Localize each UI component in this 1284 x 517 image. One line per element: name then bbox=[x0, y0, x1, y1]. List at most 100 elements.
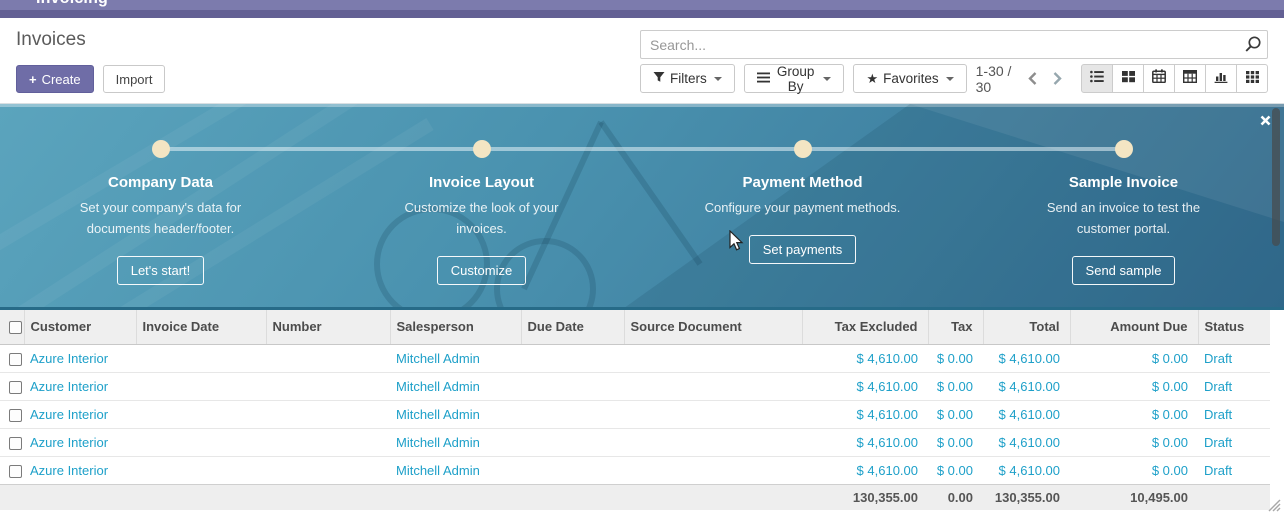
list-view-button[interactable] bbox=[1081, 64, 1113, 93]
star-icon: ★ bbox=[866, 71, 878, 87]
status-badge: Draft bbox=[1204, 463, 1232, 478]
onboarding-step-company-data: Company Data Set your company's data for… bbox=[0, 104, 321, 307]
search-icon[interactable] bbox=[1243, 35, 1262, 59]
tax-cell: $ 0.00 bbox=[937, 435, 973, 450]
select-all-header bbox=[0, 310, 24, 344]
customer-cell: Azure Interior bbox=[30, 435, 108, 450]
step-description: Send an invoice to test the customer por… bbox=[1034, 198, 1214, 240]
due-date-cell bbox=[521, 344, 624, 372]
onboarding-step-invoice-layout: Invoice Layout Customize the look of you… bbox=[321, 104, 642, 307]
number-cell bbox=[266, 372, 390, 400]
calendar-icon bbox=[1152, 69, 1166, 88]
app-name[interactable]: Invoicing bbox=[36, 0, 108, 8]
column-header-invoice-date[interactable]: Invoice Date bbox=[136, 310, 266, 344]
table-row[interactable]: Azure Interior Mitchell Admin $ 4,610.00… bbox=[0, 344, 1270, 372]
footer-tax-total: 0.00 bbox=[928, 484, 983, 510]
onboarding-step-payment-method: Payment Method Configure your payment me… bbox=[642, 104, 963, 307]
column-header-status[interactable]: Status bbox=[1198, 310, 1270, 344]
row-checkbox[interactable] bbox=[9, 353, 22, 366]
column-header-amount-due[interactable]: Amount Due bbox=[1070, 310, 1198, 344]
total-cell: $ 4,610.00 bbox=[999, 463, 1060, 478]
pager-next-icon[interactable] bbox=[1052, 71, 1063, 86]
import-button[interactable]: Import bbox=[103, 65, 166, 93]
table-row[interactable]: Azure Interior Mitchell Admin $ 4,610.00… bbox=[0, 428, 1270, 456]
tax-cell: $ 0.00 bbox=[937, 463, 973, 478]
total-cell: $ 4,610.00 bbox=[999, 435, 1060, 450]
customer-cell: Azure Interior bbox=[30, 407, 108, 422]
source-document-cell bbox=[624, 456, 802, 484]
amount-due-cell: $ 0.00 bbox=[1152, 351, 1188, 366]
search-input[interactable] bbox=[640, 30, 1268, 59]
resize-grip-icon[interactable] bbox=[1267, 498, 1281, 517]
status-badge: Draft bbox=[1204, 379, 1232, 394]
total-cell: $ 4,610.00 bbox=[999, 351, 1060, 366]
tax-cell: $ 0.00 bbox=[937, 407, 973, 422]
total-cell: $ 4,610.00 bbox=[999, 407, 1060, 422]
activity-view-button[interactable] bbox=[1236, 64, 1268, 93]
source-document-cell bbox=[624, 344, 802, 372]
column-header-number[interactable]: Number bbox=[266, 310, 390, 344]
status-badge: Draft bbox=[1204, 351, 1232, 366]
graph-view-button[interactable] bbox=[1205, 64, 1237, 93]
calendar-view-button[interactable] bbox=[1143, 64, 1175, 93]
tax-excluded-cell: $ 4,610.00 bbox=[857, 463, 918, 478]
salesperson-cell: Mitchell Admin bbox=[396, 351, 480, 366]
vertical-scrollbar-thumb[interactable] bbox=[1272, 108, 1280, 246]
row-checkbox[interactable] bbox=[9, 381, 22, 394]
favorites-button[interactable]: ★ Favorites bbox=[853, 64, 966, 93]
step-dot bbox=[152, 140, 170, 158]
step-title: Sample Invoice bbox=[963, 174, 1284, 191]
grid-icon bbox=[1246, 70, 1259, 88]
navbar-shadow-strip bbox=[0, 10, 1284, 18]
column-header-source-document[interactable]: Source Document bbox=[624, 310, 802, 344]
invoices-table: Customer Invoice Date Number Salesperson… bbox=[0, 310, 1270, 510]
row-checkbox[interactable] bbox=[9, 465, 22, 478]
table-row[interactable]: Azure Interior Mitchell Admin $ 4,610.00… bbox=[0, 400, 1270, 428]
invoice-date-cell bbox=[136, 456, 266, 484]
customer-cell: Azure Interior bbox=[30, 463, 108, 478]
group-by-button[interactable]: Group By bbox=[744, 64, 845, 93]
set-payments-button[interactable]: Set payments bbox=[749, 235, 857, 264]
table-row[interactable]: Azure Interior Mitchell Admin $ 4,610.00… bbox=[0, 372, 1270, 400]
amount-due-cell: $ 0.00 bbox=[1152, 407, 1188, 422]
pivot-icon bbox=[1183, 70, 1197, 88]
column-header-total[interactable]: Total bbox=[983, 310, 1070, 344]
invoice-date-cell bbox=[136, 372, 266, 400]
row-checkbox[interactable] bbox=[9, 409, 22, 422]
step-description: Configure your payment methods. bbox=[678, 198, 928, 219]
close-icon[interactable] bbox=[1260, 113, 1271, 131]
due-date-cell bbox=[521, 400, 624, 428]
customer-cell: Azure Interior bbox=[30, 351, 108, 366]
table-header-row: Customer Invoice Date Number Salesperson… bbox=[0, 310, 1270, 344]
kanban-view-button[interactable] bbox=[1112, 64, 1144, 93]
due-date-cell bbox=[521, 372, 624, 400]
row-checkbox[interactable] bbox=[9, 437, 22, 450]
customize-button[interactable]: Customize bbox=[437, 256, 526, 285]
total-cell: $ 4,610.00 bbox=[999, 379, 1060, 394]
filters-button[interactable]: Filters bbox=[640, 64, 735, 93]
group-by-button-label: Group By bbox=[775, 64, 817, 94]
column-header-tax-excluded[interactable]: Tax Excluded bbox=[802, 310, 928, 344]
pivot-view-button[interactable] bbox=[1174, 64, 1206, 93]
kanban-icon bbox=[1122, 70, 1135, 88]
create-button[interactable]: + Create bbox=[16, 65, 94, 93]
step-description: Customize the look of your invoices. bbox=[387, 198, 577, 240]
footer-tax-excluded-total: 130,355.00 bbox=[802, 484, 928, 510]
column-header-salesperson[interactable]: Salesperson bbox=[390, 310, 521, 344]
column-header-customer[interactable]: Customer bbox=[24, 310, 136, 344]
send-sample-button[interactable]: Send sample bbox=[1072, 256, 1176, 285]
invoice-date-cell bbox=[136, 344, 266, 372]
source-document-cell bbox=[624, 428, 802, 456]
pager-previous-icon[interactable] bbox=[1027, 71, 1038, 86]
column-header-due-date[interactable]: Due Date bbox=[521, 310, 624, 344]
tax-excluded-cell: $ 4,610.00 bbox=[857, 379, 918, 394]
table-row[interactable]: Azure Interior Mitchell Admin $ 4,610.00… bbox=[0, 456, 1270, 484]
lets-start-button[interactable]: Let's start! bbox=[117, 256, 205, 285]
salesperson-cell: Mitchell Admin bbox=[396, 379, 480, 394]
due-date-cell bbox=[521, 428, 624, 456]
select-all-checkbox[interactable] bbox=[9, 321, 22, 334]
create-button-label: Create bbox=[42, 72, 81, 87]
column-header-tax[interactable]: Tax bbox=[928, 310, 983, 344]
salesperson-cell: Mitchell Admin bbox=[396, 435, 480, 450]
due-date-cell bbox=[521, 456, 624, 484]
